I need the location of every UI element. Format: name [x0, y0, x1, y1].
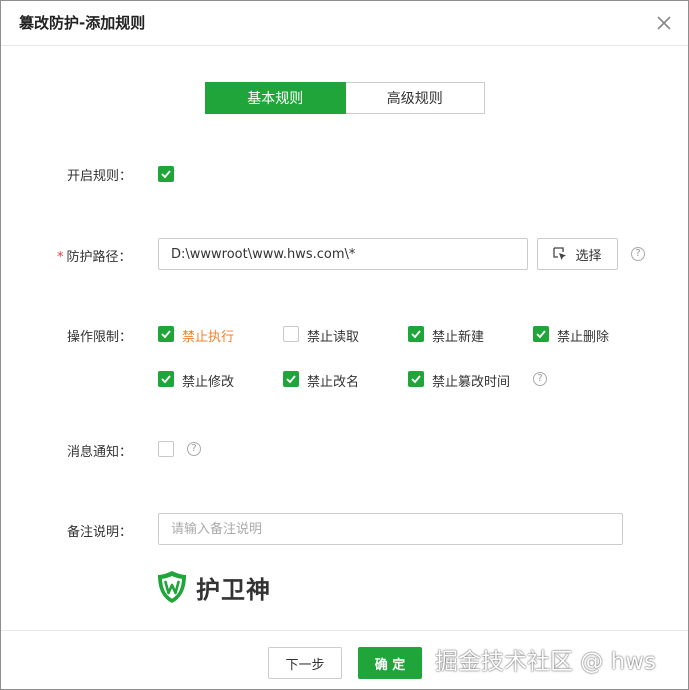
- operation-help-icon[interactable]: ?: [533, 372, 547, 386]
- required-mark: *: [57, 250, 64, 265]
- remark-label: 备注说明：: [67, 525, 133, 540]
- checkmark-icon: [161, 375, 171, 384]
- forbid-delete-label[interactable]: 禁止删除: [557, 326, 609, 345]
- path-label: 防护路径：: [66, 250, 132, 265]
- forbid-execute-label[interactable]: 禁止执行: [182, 326, 234, 345]
- rule-tabs: 基本规则 高级规则: [205, 82, 485, 114]
- checkmark-icon: [286, 375, 296, 384]
- dialog-header: 篡改防护-添加规则: [1, 1, 688, 46]
- next-step-button[interactable]: 下一步: [268, 647, 342, 679]
- checkmark-icon: [161, 170, 171, 179]
- notify-label: 消息通知：: [67, 445, 133, 460]
- brand-logo: 护卫神: [156, 569, 271, 605]
- dialog-title: 篡改防护-添加规则: [19, 14, 146, 32]
- forbid-tamper-time-checkbox[interactable]: [408, 371, 424, 387]
- close-icon[interactable]: [654, 13, 674, 33]
- forbid-rename-checkbox[interactable]: [283, 371, 299, 387]
- forbid-create-label[interactable]: 禁止新建: [432, 326, 484, 345]
- notify-checkbox[interactable]: [158, 441, 174, 457]
- confirm-button[interactable]: 确 定: [358, 647, 422, 679]
- enable-rule-label: 开启规则：: [67, 169, 133, 184]
- remark-input[interactable]: [158, 513, 623, 545]
- notify-help-icon[interactable]: ?: [187, 442, 201, 456]
- tab-basic-rules[interactable]: 基本规则: [205, 82, 346, 114]
- shield-w-logo-icon: [158, 571, 186, 603]
- forbid-read-checkbox[interactable]: [283, 326, 299, 342]
- forbid-execute-checkbox[interactable]: [158, 326, 174, 342]
- path-input[interactable]: [158, 238, 528, 270]
- forbid-delete-checkbox[interactable]: [533, 326, 549, 342]
- path-help-icon[interactable]: ?: [631, 247, 645, 261]
- add-rule-dialog: 篡改防护-添加规则 基本规则 高级规则 开启规则： *防护路径： 选择 ? 操作…: [0, 0, 689, 690]
- forbid-tamper-time-label[interactable]: 禁止篡改时间: [432, 371, 510, 390]
- select-path-icon: [553, 247, 567, 260]
- watermark-text: 掘金技术社区 @ hws: [435, 649, 656, 675]
- checkmark-icon: [411, 330, 421, 339]
- operation-limits-label: 操作限制：: [67, 330, 133, 345]
- checkmark-icon: [411, 375, 421, 384]
- select-path-label: 选择: [575, 248, 602, 264]
- forbid-rename-label[interactable]: 禁止改名: [307, 371, 359, 390]
- logo-text: 护卫神: [196, 575, 271, 604]
- select-path-button[interactable]: 选择: [537, 238, 618, 270]
- forbid-create-checkbox[interactable]: [408, 326, 424, 342]
- checkmark-icon: [536, 330, 546, 339]
- enable-rule-checkbox[interactable]: [158, 166, 174, 182]
- forbid-modify-checkbox[interactable]: [158, 371, 174, 387]
- tab-advanced-rules[interactable]: 高级规则: [345, 82, 485, 114]
- path-label-row: * 防护路径：: [57, 246, 132, 265]
- forbid-read-label[interactable]: 禁止读取: [307, 326, 359, 345]
- forbid-modify-label[interactable]: 禁止修改: [182, 371, 234, 390]
- checkmark-icon: [161, 330, 171, 339]
